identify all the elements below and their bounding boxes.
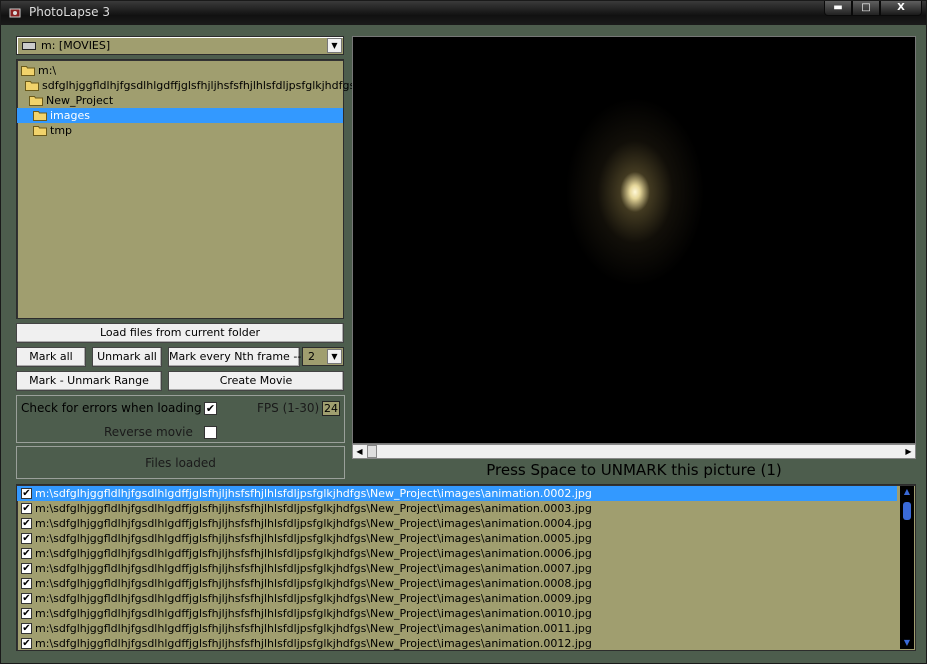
- create-movie-button[interactable]: Create Movie: [168, 371, 344, 391]
- folder-tree[interactable]: m:\ sdfglhjggfldlhjfgsdlhlgdffjglsfhjljhs…: [16, 59, 355, 319]
- window-controls: ▬ □ X: [824, 1, 922, 16]
- file-list-item[interactable]: ✔ m:\sdfglhjggfldlhjfgsdlhlgdffjglsfhjljh…: [17, 621, 915, 636]
- folder-tree-label: tmp: [50, 124, 73, 137]
- folder-tree-label: m:\: [38, 64, 57, 77]
- file-path: m:\sdfglhjggfldlhjfgsdlhlgdffjglsfhjljhs…: [35, 547, 592, 560]
- folder-tree-item[interactable]: images: [17, 108, 343, 123]
- file-list-item[interactable]: ✔ m:\sdfglhjggfldlhjfgsdlhlgdffjglsfhjljh…: [17, 636, 915, 650]
- mark-unmark-range-button[interactable]: Mark - Unmark Range: [16, 371, 162, 391]
- drive-select-value: m: [MOVIES]: [41, 39, 111, 52]
- file-mark-checkbox[interactable]: ✔: [21, 638, 32, 649]
- folder-tree-item[interactable]: m:\: [17, 63, 343, 78]
- mark-nth-frame-button[interactable]: Mark every Nth frame -->: [168, 347, 310, 367]
- preview-caption: Press Space to UNMARK this picture (1): [486, 461, 782, 479]
- image-preview[interactable]: [352, 36, 916, 444]
- folder-tree-label: sdfglhjggfldlhjfgsdlhlgdffjglsfhjljhsfsf…: [42, 79, 356, 92]
- reverse-movie-checkbox[interactable]: [204, 426, 217, 439]
- file-path: m:\sdfglhjggfldlhjfgsdlhlgdffjglsfhjljhs…: [35, 637, 592, 650]
- horizontal-scrollbar[interactable]: ◀ ▶: [352, 444, 916, 459]
- folder-icon: [29, 96, 43, 106]
- fps-label: FPS (1-30): [257, 401, 320, 415]
- folder-tree-item[interactable]: New_Project: [17, 93, 343, 108]
- file-mark-checkbox[interactable]: ✔: [21, 563, 32, 574]
- file-path: m:\sdfglhjggfldlhjfgsdlhlgdffjglsfhjljhs…: [35, 622, 592, 635]
- folder-tree-item[interactable]: sdfglhjggfldlhjfgsdlhlgdffjglsfhjljhsfsf…: [17, 78, 355, 93]
- folder-icon: [21, 66, 35, 76]
- fps-input[interactable]: 24: [322, 401, 340, 416]
- title-bar[interactable]: PhotoLapse 3 ▬ □ X: [1, 1, 926, 25]
- vertical-scrollbar[interactable]: ▲ ▼: [900, 486, 914, 649]
- maximize-button[interactable]: □: [852, 1, 880, 16]
- file-path: m:\sdfglhjggfldlhjfgsdlhlgdffjglsfhjljhs…: [35, 517, 592, 530]
- photolapse-window: PhotoLapse 3 ▬ □ X m: [MOVIES] ▼ m:\ sdfg…: [0, 0, 927, 664]
- file-list-item[interactable]: ✔ m:\sdfglhjggfldlhjfgsdlhlgdffjglsfhjljh…: [17, 591, 915, 606]
- file-list-item[interactable]: ✔ m:\sdfglhjggfldlhjfgsdlhlgdffjglsfhjljh…: [17, 531, 915, 546]
- scroll-right-icon[interactable]: ▶: [902, 445, 915, 458]
- file-mark-checkbox[interactable]: ✔: [21, 578, 32, 589]
- drive-select[interactable]: m: [MOVIES] ▼: [16, 36, 344, 55]
- mark-all-button[interactable]: Mark all: [16, 347, 86, 367]
- file-list-item[interactable]: ✔ m:\sdfglhjggfldlhjfgsdlhlgdffjglsfhjljh…: [17, 501, 915, 516]
- unmark-all-button[interactable]: Unmark all: [92, 347, 162, 367]
- nth-frame-select[interactable]: 2 ▼: [302, 347, 344, 366]
- file-path: m:\sdfglhjggfldlhjfgsdlhlgdffjglsfhjljhs…: [35, 532, 592, 545]
- file-mark-checkbox[interactable]: ✔: [21, 503, 32, 514]
- preview-image-glow: [565, 97, 705, 287]
- folder-icon: [33, 126, 47, 136]
- file-path: m:\sdfglhjggfldlhjfgsdlhlgdffjglsfhjljhs…: [35, 577, 592, 590]
- folder-tree-item[interactable]: tmp: [17, 123, 343, 138]
- file-mark-checkbox[interactable]: ✔: [21, 488, 32, 499]
- scroll-left-icon[interactable]: ◀: [353, 445, 366, 458]
- check-errors-label: Check for errors when loading: [21, 401, 202, 415]
- file-path: m:\sdfglhjggfldlhjfgsdlhlgdffjglsfhjljhs…: [35, 562, 592, 575]
- file-path: m:\sdfglhjggfldlhjfgsdlhlgdffjglsfhjljhs…: [35, 487, 596, 500]
- file-path: m:\sdfglhjggfldlhjfgsdlhlgdffjglsfhjljhs…: [35, 607, 592, 620]
- file-list-item[interactable]: ✔ m:\sdfglhjggfldlhjfgsdlhlgdffjglsfhjljh…: [17, 606, 915, 621]
- chevron-down-icon[interactable]: ▼: [327, 349, 342, 364]
- file-list-item[interactable]: ✔ m:\sdfglhjggfldlhjfgsdlhlgdffjglsfhjljh…: [17, 546, 915, 561]
- reverse-movie-label: Reverse movie: [104, 425, 193, 439]
- folder-icon: [25, 81, 39, 91]
- file-list-item[interactable]: ✔ m:\sdfglhjggfldlhjfgsdlhlgdffjglsfhjljh…: [17, 561, 915, 576]
- drive-icon: [22, 42, 36, 50]
- file-mark-checkbox[interactable]: ✔: [21, 608, 32, 619]
- scroll-down-icon[interactable]: ▼: [900, 637, 914, 649]
- file-list-item[interactable]: ✔ m:\sdfglhjggfldlhjfgsdlhlgdffjglsfhjljh…: [17, 516, 915, 531]
- window-title: PhotoLapse 3: [29, 5, 110, 19]
- file-mark-checkbox[interactable]: ✔: [21, 533, 32, 544]
- load-files-button[interactable]: Load files from current folder: [16, 323, 344, 343]
- scroll-up-icon[interactable]: ▲: [900, 486, 914, 498]
- file-list-item[interactable]: ✔ m:\sdfglhjggfldlhjfgsdlhlgdffjglsfhjljh…: [17, 486, 897, 501]
- scroll-thumb[interactable]: [367, 445, 377, 458]
- close-button[interactable]: X: [880, 1, 922, 16]
- options-panel: Check for errors when loading ✔ FPS (1-3…: [16, 395, 345, 443]
- file-mark-checkbox[interactable]: ✔: [21, 623, 32, 634]
- folder-tree-label: New_Project: [46, 94, 114, 107]
- file-mark-checkbox[interactable]: ✔: [21, 518, 32, 529]
- file-mark-checkbox[interactable]: ✔: [21, 548, 32, 559]
- scroll-thumb[interactable]: [903, 502, 911, 520]
- app-icon: [9, 8, 21, 18]
- file-path: m:\sdfglhjggfldlhjfgsdlhlgdffjglsfhjljhs…: [35, 502, 592, 515]
- file-list-item[interactable]: ✔ m:\sdfglhjggfldlhjfgsdlhlgdffjglsfhjljh…: [17, 576, 915, 591]
- folder-tree-label: images: [50, 109, 90, 122]
- file-path: m:\sdfglhjggfldlhjfgsdlhlgdffjglsfhjljhs…: [35, 592, 592, 605]
- status-text: Files loaded: [16, 446, 345, 479]
- chevron-down-icon[interactable]: ▼: [327, 38, 342, 53]
- file-list[interactable]: ✔ m:\sdfglhjggfldlhjfgsdlhlgdffjglsfhjljh…: [16, 484, 916, 651]
- folder-icon: [33, 111, 47, 121]
- check-errors-checkbox[interactable]: ✔: [204, 402, 217, 415]
- minimize-button[interactable]: ▬: [824, 1, 852, 16]
- nth-frame-value: 2: [308, 350, 315, 363]
- file-mark-checkbox[interactable]: ✔: [21, 593, 32, 604]
